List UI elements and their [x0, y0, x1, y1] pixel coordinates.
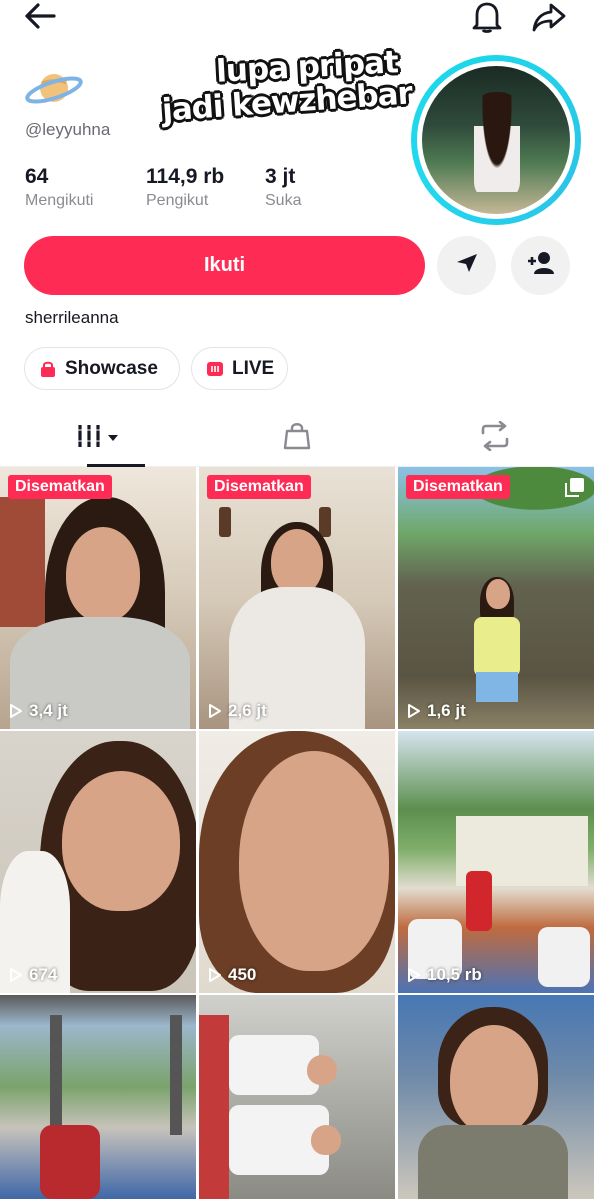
video-thumbnail[interactable] — [398, 995, 594, 1199]
play-icon — [209, 968, 221, 982]
stat-likes-value: 3 jt — [265, 165, 296, 188]
video-thumbnail[interactable]: 10,5 rb — [398, 731, 594, 993]
play-icon — [10, 968, 22, 982]
view-count-value: 2,6 jt — [228, 701, 267, 720]
follow-button[interactable]: Ikuti — [24, 236, 425, 295]
avatar-story-ring[interactable] — [411, 55, 581, 225]
add-person-icon — [526, 251, 556, 280]
pinned-badge: Disematkan — [8, 475, 112, 499]
live-button[interactable]: LIVE — [191, 347, 288, 390]
stat-following-value: 64 — [25, 165, 49, 188]
stat-followers-value: 114,9 rb — [146, 165, 225, 188]
video-thumbnail[interactable]: 450 — [199, 731, 395, 993]
pinned-badge: Disematkan — [406, 475, 510, 499]
grid-videos-icon — [76, 422, 122, 455]
view-count: 674 — [9, 965, 57, 985]
video-thumbnail[interactable]: 674 — [0, 731, 196, 993]
stat-following[interactable]: 64 Mengikuti — [25, 165, 93, 210]
message-button[interactable] — [437, 236, 496, 295]
stat-following-label: Mengikuti — [25, 192, 94, 209]
tab-reposts[interactable] — [396, 410, 594, 467]
video-thumbnail[interactable] — [0, 995, 196, 1199]
bell-icon[interactable] — [470, 0, 504, 34]
tab-videos[interactable] — [0, 410, 198, 467]
top-bar — [0, 0, 594, 34]
repost-icon — [478, 420, 512, 456]
showcase-button[interactable]: Showcase — [24, 347, 180, 390]
share-arrow-icon[interactable] — [531, 0, 567, 34]
video-thumbnail[interactable]: Disematkan 3,4 jt — [0, 467, 196, 729]
bio-text: sherrileanna — [25, 308, 119, 327]
video-thumbnail[interactable]: Disematkan 1,6 jt — [398, 467, 594, 729]
play-icon — [209, 704, 221, 718]
live-label: LIVE — [232, 357, 275, 379]
showcase-label: Showcase — [65, 357, 158, 379]
view-count: 2,6 jt — [208, 701, 267, 721]
avatar — [422, 66, 570, 214]
username: @leyyuhna — [25, 120, 111, 139]
add-friend-button[interactable] — [511, 236, 570, 295]
video-grid: Disematkan 3,4 jt Disematkan 2,6 jt Dise… — [0, 467, 594, 1199]
view-count-value: 3,4 jt — [29, 701, 68, 720]
overlay-line-2: jadi kewzhebar — [160, 75, 413, 129]
shopping-bag-icon — [282, 421, 312, 456]
multi-photo-icon — [565, 477, 585, 502]
play-icon — [408, 968, 420, 982]
content-tabs — [0, 410, 594, 467]
view-count-value: 10,5 rb — [427, 965, 482, 984]
shopping-bag-icon — [39, 360, 57, 378]
play-icon — [408, 704, 420, 718]
video-thumbnail[interactable] — [199, 995, 395, 1199]
profile-overlay-caption: lupa pripat jadi kewzhebar — [156, 44, 418, 128]
planet-emoji-icon — [24, 68, 84, 108]
stat-followers[interactable]: 114,9 rb Pengikut — [146, 165, 224, 210]
play-icon — [10, 704, 22, 718]
stat-followers-label: Pengikut — [146, 192, 209, 209]
view-count-value: 450 — [228, 965, 257, 984]
view-count: 450 — [208, 965, 256, 985]
view-count-value: 674 — [29, 965, 58, 984]
video-thumbnail[interactable]: Disematkan 2,6 jt — [199, 467, 395, 729]
live-icon — [206, 360, 224, 378]
arrow-left-icon[interactable] — [22, 0, 58, 32]
view-count: 1,6 jt — [407, 701, 466, 721]
view-count-value: 1,6 jt — [427, 701, 466, 720]
pinned-badge: Disematkan — [207, 475, 311, 499]
tab-shop[interactable] — [198, 410, 396, 467]
view-count: 10,5 rb — [407, 965, 482, 985]
stat-likes[interactable]: 3 jt Suka — [265, 165, 301, 210]
view-count: 3,4 jt — [9, 701, 68, 721]
send-icon — [455, 252, 479, 279]
stat-likes-label: Suka — [265, 192, 302, 209]
